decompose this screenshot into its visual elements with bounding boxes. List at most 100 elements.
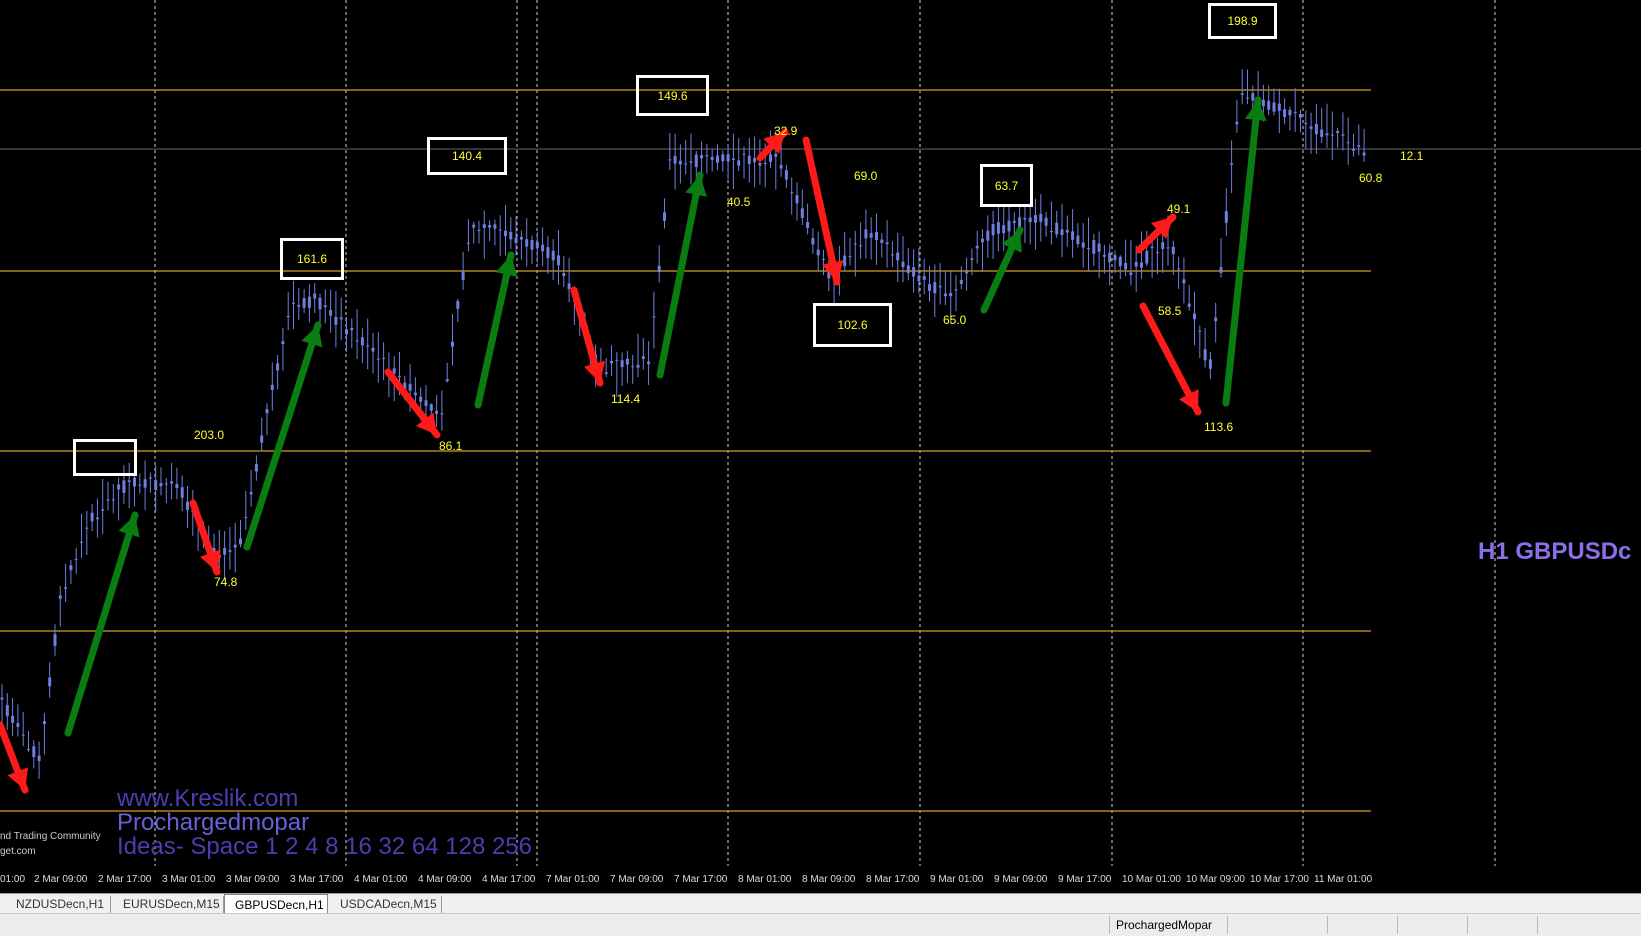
candle-body [684, 163, 688, 165]
candle-body [1166, 247, 1170, 249]
candle-body [922, 276, 926, 280]
candle-body [811, 237, 815, 245]
candle-body [424, 400, 428, 406]
watermark-community: nd Trading Community [0, 831, 101, 842]
candle-body [435, 410, 439, 414]
candle-body [694, 154, 698, 167]
candle-body [721, 154, 725, 162]
candle-body [1330, 134, 1334, 136]
candle-body [710, 156, 714, 160]
candle-body [784, 170, 788, 180]
candle-body [986, 230, 990, 241]
candle-body [48, 677, 52, 687]
candle-body [1023, 218, 1027, 220]
time-tick: 8 Mar 09:00 [802, 874, 856, 885]
candle-body [223, 548, 227, 555]
candle-body [562, 273, 566, 277]
candle-body [567, 283, 571, 290]
candle-body [1314, 124, 1318, 135]
time-tick: 8 Mar 01:00 [738, 874, 792, 885]
candle-body [1203, 349, 1207, 361]
candle-body [180, 487, 184, 498]
up-arrow [656, 171, 704, 379]
label-12-1: 12.1 [1400, 149, 1424, 163]
candle-body [472, 224, 476, 228]
time-tick: 10 Mar 01:00 [1122, 874, 1181, 885]
candle-body [557, 255, 560, 266]
candle-body [164, 483, 168, 485]
candle-body [822, 259, 825, 261]
candle-body [1320, 129, 1324, 137]
label-203-0: 203.0 [194, 428, 225, 442]
candle-body [329, 310, 333, 316]
candle-body [1055, 222, 1059, 235]
candle-body [906, 265, 910, 274]
candle-body [705, 155, 709, 157]
time-tick: 10 Mar 09:00 [1186, 874, 1245, 885]
time-tick: 9 Mar 09:00 [994, 874, 1048, 885]
candle-body [64, 587, 68, 589]
candle-body [1145, 250, 1149, 264]
candle-body [1150, 246, 1154, 248]
candle-body [610, 360, 613, 364]
candle-body [392, 368, 396, 374]
tab-eurusd[interactable]: EURUSDecn,M15 [113, 896, 224, 913]
candle-body [11, 715, 15, 723]
tab-nzdusd[interactable]: NZDUSDecn,H1 [6, 896, 111, 913]
candle-body [37, 755, 41, 762]
candle-body [186, 501, 189, 510]
candle-body [864, 229, 868, 239]
time-tick: 4 Mar 17:00 [482, 874, 536, 885]
label-65-0: 65.0 [943, 313, 967, 327]
candle-body [398, 375, 401, 377]
candle-body [875, 232, 878, 241]
candle-body [774, 153, 778, 157]
candle-body [975, 245, 979, 249]
candle-body [1336, 131, 1340, 133]
candle-body [1140, 262, 1143, 268]
candle-body [758, 163, 762, 166]
tab-usdcad[interactable]: USDCADecn,M15 [330, 896, 442, 913]
candle-body [111, 499, 115, 501]
time-tick: 3 Mar 17:00 [290, 874, 344, 885]
candle-body [493, 224, 497, 229]
candle-body [981, 238, 984, 243]
candle-body [1267, 100, 1271, 110]
candle-body [175, 483, 179, 489]
status-cell-empty [1397, 916, 1467, 934]
tab-gbpusd[interactable]: GBPUSDecn,H1 [224, 894, 328, 914]
candle-body [498, 229, 502, 231]
candle-body [848, 256, 852, 258]
candle-body [281, 341, 285, 345]
candle-body [928, 284, 931, 291]
candle-body [1102, 254, 1106, 257]
label-140-4: 140.4 [427, 137, 507, 175]
candle-body [816, 249, 820, 256]
candle-body [535, 241, 539, 248]
candle-body [318, 297, 322, 310]
candle-body [959, 280, 963, 284]
candle-body [747, 155, 751, 165]
status-cell-empty [1327, 916, 1397, 934]
candle-body [996, 222, 1000, 234]
candle-body [668, 159, 672, 161]
candle-body [5, 705, 9, 717]
candle-body [991, 224, 995, 236]
time-tick: 9 Mar 17:00 [1058, 874, 1112, 885]
time-tick: 7 Mar 17:00 [674, 874, 728, 885]
candle-body [541, 244, 545, 252]
candle-body [302, 298, 306, 308]
candle-body [32, 746, 36, 758]
candle-body [1182, 279, 1186, 284]
candle-body [1049, 231, 1053, 233]
price-chart[interactable]: 203.0 74.8 161.6 86.1 140.4 114.4 149.6 … [0, 0, 1641, 885]
chart-canvas[interactable] [0, 0, 1641, 870]
candle-body [80, 541, 83, 543]
candle-body [27, 748, 30, 750]
candle-body [1346, 142, 1350, 144]
candle-body [753, 157, 757, 163]
candle-body [1155, 252, 1159, 254]
candle-body [859, 245, 863, 247]
time-tick: 7 Mar 09:00 [610, 874, 664, 885]
candle-body [482, 224, 486, 228]
